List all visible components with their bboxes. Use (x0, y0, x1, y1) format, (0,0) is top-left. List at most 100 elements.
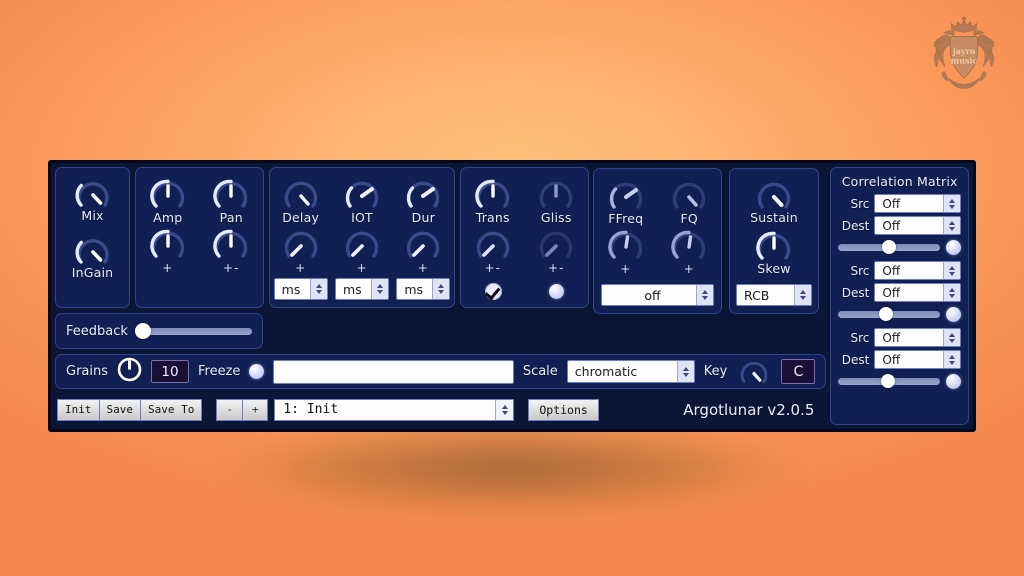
ffreq-fq-panel: FFreq + FQ + off (593, 168, 722, 314)
dest-select-1[interactable]: Off (874, 216, 961, 235)
freeze-toggle[interactable] (249, 364, 265, 380)
delay-unit-select[interactable]: ms (273, 278, 328, 301)
feedback-and-grains-row: Feedback (55, 313, 826, 350)
grains-knob[interactable] (117, 357, 142, 386)
gliss-knob[interactable] (534, 177, 578, 210)
pan-mod-knob[interactable] (209, 227, 253, 260)
correlation-amount-row-3 (838, 373, 961, 389)
correlation-dest-row-2: Dest Off (838, 283, 961, 302)
correlation-group-3: Src Off Dest Off (838, 328, 961, 391)
delay-mod-knob[interactable] (279, 227, 323, 260)
save-to-button[interactable]: Save To (140, 398, 203, 421)
preset-spinner[interactable] (495, 399, 514, 420)
dest-spinner-2[interactable] (943, 284, 960, 301)
correlation-amount-slider-1[interactable] (838, 239, 940, 255)
sustain-mode-spinner[interactable] (794, 285, 811, 305)
scale-value: chromatic (574, 364, 638, 380)
trans-knob[interactable] (471, 177, 515, 210)
src-select-3[interactable]: Off (874, 328, 961, 347)
dest-select-2[interactable]: Off (874, 283, 961, 302)
grains-label: Grains (66, 364, 109, 380)
correlation-enable-dot-1[interactable] (946, 239, 961, 255)
dur-knob[interactable] (401, 177, 445, 210)
grains-count-display[interactable]: 10 (151, 360, 190, 384)
src-label-1: Src (850, 196, 870, 211)
iot-knob[interactable] (340, 177, 384, 210)
trans-mod-knob[interactable] (471, 227, 515, 260)
preset-select[interactable]: 1: Init (274, 398, 515, 421)
trans-checkbox[interactable] (484, 283, 502, 301)
mix-knob[interactable] (72, 177, 114, 209)
src-select-2[interactable]: Off (874, 261, 961, 280)
sustain-skew-panel: Sustain Skew RCB (729, 168, 819, 314)
sustain-mode-select[interactable]: RCB (736, 284, 812, 306)
iot-unit-value: ms (342, 281, 362, 297)
amp-mod-knob[interactable] (146, 227, 190, 260)
correlation-group-1: Src Off Dest Off (838, 194, 961, 257)
correlation-enable-dot-3[interactable] (946, 373, 961, 389)
key-knob[interactable] (736, 358, 772, 385)
gliss-mod-knob[interactable] (534, 227, 578, 260)
correlation-amount-row-2 (838, 306, 961, 322)
ingain-knob[interactable] (72, 234, 114, 266)
iot-label: IOT (351, 210, 373, 225)
iot-unit-spinner[interactable] (370, 279, 388, 300)
dest-spinner-1[interactable] (943, 217, 960, 234)
preset-next-button[interactable]: + (242, 398, 269, 421)
delay-knob[interactable] (279, 177, 323, 210)
feedback-slider[interactable] (134, 323, 252, 340)
src-select-1[interactable]: Off (874, 194, 961, 213)
dest-spinner-3[interactable] (943, 351, 960, 368)
delay-unit-spinner[interactable] (309, 279, 327, 300)
scale-select[interactable]: chromatic (566, 360, 695, 384)
save-button[interactable]: Save (98, 398, 140, 421)
grains-text-field[interactable] (273, 359, 514, 384)
dest-select-3[interactable]: Off (874, 350, 961, 369)
filter-type-select[interactable]: off (601, 284, 714, 306)
src-value-1: Off (882, 196, 901, 211)
dur-unit-select[interactable]: ms (396, 278, 451, 301)
src-spinner-3[interactable] (943, 329, 960, 346)
mix-label: Mix (81, 208, 104, 223)
key-value-display[interactable]: C (781, 359, 816, 385)
src-spinner-2[interactable] (943, 262, 960, 279)
ffreq-mod-label: + (620, 261, 632, 276)
delay-iot-dur-panel: Delay + IOT + Dur + ms ms ms (269, 167, 455, 309)
correlation-dest-row-1: Dest Off (838, 216, 961, 235)
src-spinner-1[interactable] (943, 195, 960, 212)
dur-mod-knob[interactable] (401, 227, 445, 260)
correlation-thumb-3[interactable] (881, 374, 896, 388)
amp-knob[interactable] (146, 177, 190, 210)
correlation-thumb-2[interactable] (879, 307, 894, 321)
init-button[interactable]: Init (57, 398, 99, 421)
delay-mod-label: + (295, 260, 307, 275)
correlation-enable-dot-2[interactable] (946, 306, 961, 322)
sustain-knob[interactable] (752, 178, 796, 211)
src-value-2: Off (882, 263, 901, 278)
gliss-toggle-dot[interactable] (549, 284, 565, 300)
correlation-thumb-1[interactable] (882, 240, 897, 254)
iot-unit-select[interactable]: ms (334, 278, 389, 301)
feedback-thumb[interactable] (134, 323, 151, 340)
dur-unit-spinner[interactable] (432, 279, 450, 300)
delay-label: Delay (282, 210, 320, 225)
correlation-amount-slider-2[interactable] (838, 306, 940, 322)
scale-spinner[interactable] (676, 361, 694, 383)
fq-mod-label: + (683, 261, 695, 276)
ffreq-knob[interactable] (604, 178, 648, 211)
fq-label: FQ (680, 211, 698, 226)
ffreq-mod-knob[interactable] (604, 228, 648, 261)
options-button[interactable]: Options (528, 398, 599, 421)
filter-type-spinner[interactable] (696, 285, 713, 305)
fq-mod-knob[interactable] (667, 228, 711, 261)
skew-knob[interactable] (752, 229, 796, 262)
feedback-panel: Feedback (55, 313, 263, 350)
amp-label: Amp (153, 210, 183, 225)
iot-mod-knob[interactable] (340, 227, 384, 260)
preset-prev-button[interactable]: - (216, 398, 243, 421)
window-drop-shadow (110, 420, 910, 540)
pan-knob[interactable] (209, 177, 253, 210)
correlation-amount-slider-3[interactable] (838, 373, 940, 389)
ffreq-label: FFreq (608, 211, 644, 226)
fq-knob[interactable] (667, 178, 711, 211)
